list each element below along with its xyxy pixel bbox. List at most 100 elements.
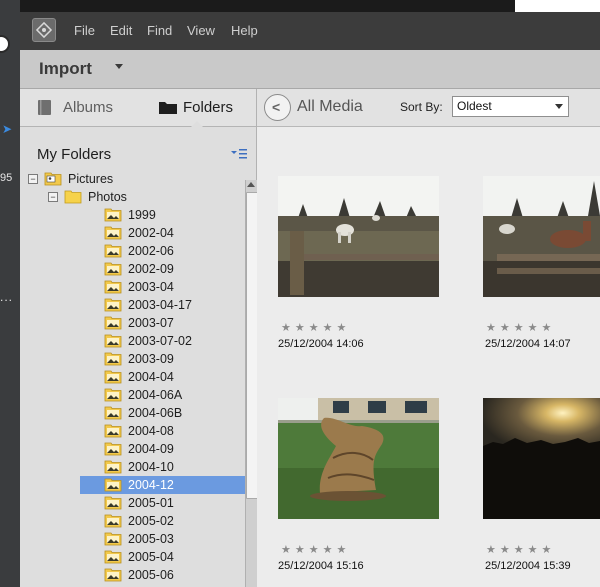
- back-button[interactable]: <: [264, 94, 291, 121]
- menu-help[interactable]: Help: [231, 23, 258, 38]
- folder-tree-scrollbar[interactable]: [245, 180, 258, 587]
- photo-folder-icon: [104, 370, 122, 384]
- photo-folder-icon: [104, 460, 122, 474]
- tree-item-2005-04[interactable]: 2005-04: [80, 548, 245, 566]
- desktop-text: 95: [0, 172, 13, 184]
- tree-item-label: 2004-10: [128, 460, 174, 474]
- sort-by-value: Oldest: [457, 99, 492, 113]
- import-dropdown-icon[interactable]: [115, 64, 123, 69]
- desktop-window-corner: [515, 0, 600, 12]
- photo-folder-icon: [104, 550, 122, 564]
- tree-item-label: 2004-04: [128, 370, 174, 384]
- tree-item-2003-04[interactable]: 2003-04: [80, 278, 245, 296]
- tree-item-label: 2002-06: [128, 244, 174, 258]
- tree-item-2004-04[interactable]: 2004-04: [80, 368, 245, 386]
- tree-item-2003-07[interactable]: 2003-07: [80, 314, 245, 332]
- tree-item-2003-04-17[interactable]: 2003-04-17: [80, 296, 245, 314]
- media-date-1: 25/12/2004 14:06: [278, 338, 364, 350]
- tree-item-2004-10[interactable]: 2004-10: [80, 458, 245, 476]
- rating-stars-4[interactable]: ★★★★★: [486, 543, 555, 556]
- tree-item-label: 2005-04: [128, 550, 174, 564]
- media-date-3: 25/12/2004 15:16: [278, 560, 364, 572]
- media-header: < All Media Sort By: Oldest: [257, 89, 600, 127]
- photo-folder-icon: [104, 388, 122, 402]
- sort-by-label: Sort By:: [400, 100, 443, 114]
- tree-item-label: 2003-07-02: [128, 334, 192, 348]
- media-thumbnail-4[interactable]: [483, 398, 600, 519]
- tree-item-label: 2004-08: [128, 424, 174, 438]
- tree-item-2002-04[interactable]: 2002-04: [80, 224, 245, 242]
- media-thumbnail-3[interactable]: [278, 398, 439, 519]
- tab-folders[interactable]: Folders: [138, 89, 256, 127]
- tree-item-2003-07-02[interactable]: 2003-07-02: [80, 332, 245, 350]
- tree-item-2005-06[interactable]: 2005-06: [80, 566, 245, 584]
- media-date-2: 25/12/2004 14:07: [485, 338, 571, 350]
- menu-view[interactable]: View: [187, 23, 215, 38]
- photo-folder-icon: [104, 496, 122, 510]
- panel-tabs: Albums Folders: [20, 89, 256, 127]
- sort-by-select[interactable]: Oldest: [452, 96, 569, 117]
- photo-folder-icon: [104, 280, 122, 294]
- rating-stars-3[interactable]: ★★★★★: [281, 543, 350, 556]
- photo-folder-icon: [104, 244, 122, 258]
- tree-item-label: 1999: [128, 208, 156, 222]
- photo-folder-icon: [104, 442, 122, 456]
- list-view-toggle-icon[interactable]: [231, 148, 247, 160]
- tree-item-label: 2003-04-17: [128, 298, 192, 312]
- my-folders-title: My Folders: [37, 146, 112, 163]
- menu-file[interactable]: File: [74, 23, 95, 38]
- photo-folder-icon: [104, 424, 122, 438]
- media-thumbnail-2[interactable]: [483, 176, 600, 297]
- import-button[interactable]: Import: [39, 59, 92, 79]
- photo-folder-icon: [104, 532, 122, 546]
- tree-item-2005-02[interactable]: 2005-02: [80, 512, 245, 530]
- tree-item-pictures[interactable]: − Pictures: [20, 170, 245, 188]
- rating-stars-2[interactable]: ★★★★★: [486, 321, 555, 334]
- scroll-up-icon[interactable]: [247, 182, 255, 187]
- chevron-left-icon: <: [272, 99, 281, 115]
- tree-item-2004-06a[interactable]: 2004-06A: [80, 386, 245, 404]
- photo-folder-icon: [104, 514, 122, 528]
- photo-folder-icon: [104, 352, 122, 366]
- desktop-ellipsis-icon: ...: [0, 290, 14, 304]
- tree-item-label: 2004-06B: [128, 406, 183, 420]
- tree-item-1999[interactable]: 1999: [80, 206, 245, 224]
- tree-item-2002-06[interactable]: 2002-06: [80, 242, 245, 260]
- tree-item-2004-12[interactable]: 2004-12: [80, 476, 245, 494]
- tree-item-2004-06b[interactable]: 2004-06B: [80, 404, 245, 422]
- folder-tree: − Pictures − Photos 1999 2002-04 2002-06 2002-0…: [20, 170, 245, 587]
- tree-item-label: Photos: [88, 190, 127, 204]
- collapse-toggle-icon[interactable]: −: [48, 192, 58, 202]
- tree-item-label: 2005-06: [128, 568, 174, 582]
- tree-item-label: 2002-09: [128, 262, 174, 276]
- photo-folder-icon: [104, 334, 122, 348]
- photo-folder-icon: [104, 226, 122, 240]
- albums-icon: [38, 100, 51, 115]
- photo-folder-icon: [104, 316, 122, 330]
- rating-stars-1[interactable]: ★★★★★: [281, 321, 350, 334]
- tree-item-label: 2003-09: [128, 352, 174, 366]
- organizer-window: File Edit Find View Help Import Albums F…: [20, 12, 600, 587]
- media-date-4: 25/12/2004 15:39: [485, 560, 571, 572]
- tree-item-2004-08[interactable]: 2004-08: [80, 422, 245, 440]
- menu-edit[interactable]: Edit: [110, 23, 132, 38]
- tree-item-label: 2005-03: [128, 532, 174, 546]
- tree-item-label: 2004-12: [128, 478, 174, 492]
- menu-find[interactable]: Find: [147, 23, 172, 38]
- photo-folder-icon: [104, 568, 122, 582]
- tree-item-2003-09[interactable]: 2003-09: [80, 350, 245, 368]
- media-thumbnail-1[interactable]: [278, 176, 439, 297]
- tab-albums[interactable]: Albums: [20, 89, 138, 126]
- collapse-toggle-icon[interactable]: −: [28, 174, 38, 184]
- tree-item-2002-09[interactable]: 2002-09: [80, 260, 245, 278]
- tree-item-label: 2003-04: [128, 280, 174, 294]
- tab-pointer: [191, 121, 203, 127]
- tree-item-2004-09[interactable]: 2004-09: [80, 440, 245, 458]
- photo-folder-icon: [104, 262, 122, 276]
- tree-item-2005-01[interactable]: 2005-01: [80, 494, 245, 512]
- desktop-arrow-icon: ➤: [2, 122, 13, 136]
- app-logo-icon[interactable]: [32, 18, 56, 42]
- folder-icon: [64, 190, 82, 204]
- tree-item-photos[interactable]: − Photos: [20, 188, 245, 206]
- tree-item-2005-03[interactable]: 2005-03: [80, 530, 245, 548]
